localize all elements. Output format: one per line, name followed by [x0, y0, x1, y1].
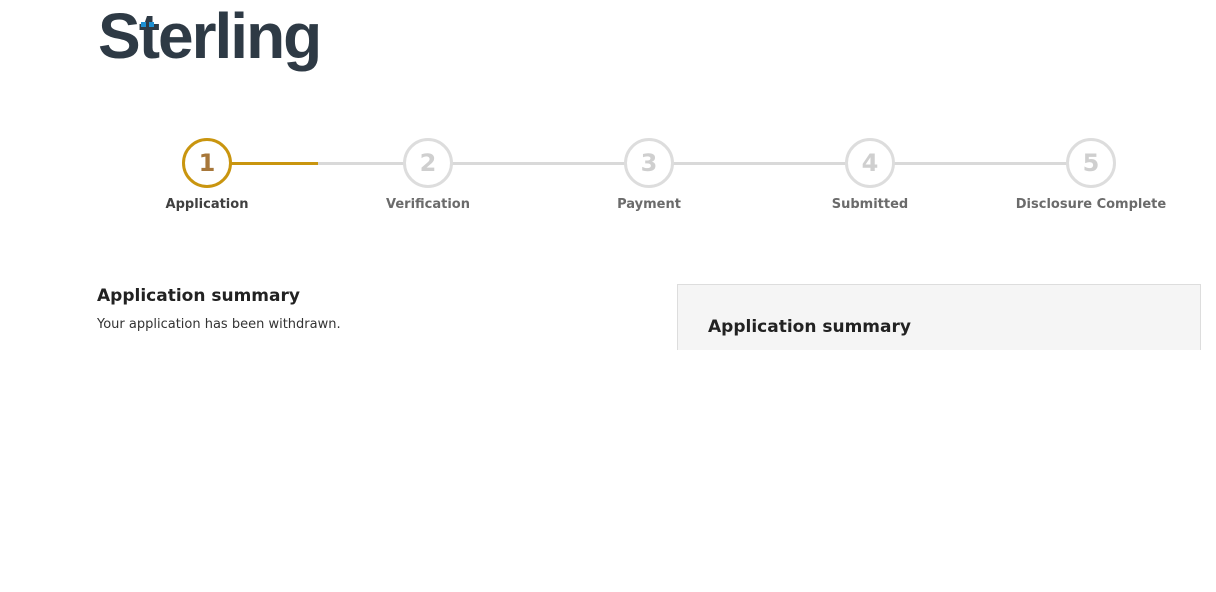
- step-number-circle: 5: [1066, 138, 1116, 188]
- logo-text-end: erling: [158, 0, 322, 72]
- application-summary-section: Application summary Your application has…: [97, 286, 617, 332]
- step-number-circle: 1: [182, 138, 232, 188]
- application-summary-panel: Application summary: [677, 284, 1201, 350]
- step-disclosure-complete: 5 Disclosure Complete: [991, 138, 1191, 212]
- page: St erling 1 Application 2 Verification 3 …: [0, 0, 1216, 592]
- logo-text-accent: t: [138, 0, 160, 72]
- step-label: Payment: [617, 197, 681, 212]
- step-submitted: 4 Submitted: [770, 138, 970, 212]
- step-label: Disclosure Complete: [1015, 197, 1167, 212]
- logo-accent-pixel: [140, 22, 146, 27]
- step-payment: 3 Payment: [549, 138, 749, 212]
- logo-accent-pixel: [148, 22, 154, 27]
- step-number-circle: 4: [845, 138, 895, 188]
- progress-stepper: 1 Application 2 Verification 3 Payment 4…: [0, 138, 1216, 228]
- step-verification: 2 Verification: [328, 138, 528, 212]
- step-label: Submitted: [831, 197, 909, 212]
- status-message: Your application has been withdrawn.: [97, 317, 341, 332]
- logo-accent-letter: t: [138, 0, 160, 72]
- sterling-logo[interactable]: St erling: [98, 0, 322, 82]
- logo-text-start: S: [98, 0, 141, 72]
- step-number-circle: 2: [403, 138, 453, 188]
- step-application: 1 Application: [107, 138, 307, 212]
- step-label: Application: [165, 197, 249, 212]
- panel-title: Application summary: [708, 317, 911, 337]
- step-number-circle: 3: [624, 138, 674, 188]
- step-label: Verification: [385, 197, 470, 212]
- section-title: Application summary: [97, 286, 300, 306]
